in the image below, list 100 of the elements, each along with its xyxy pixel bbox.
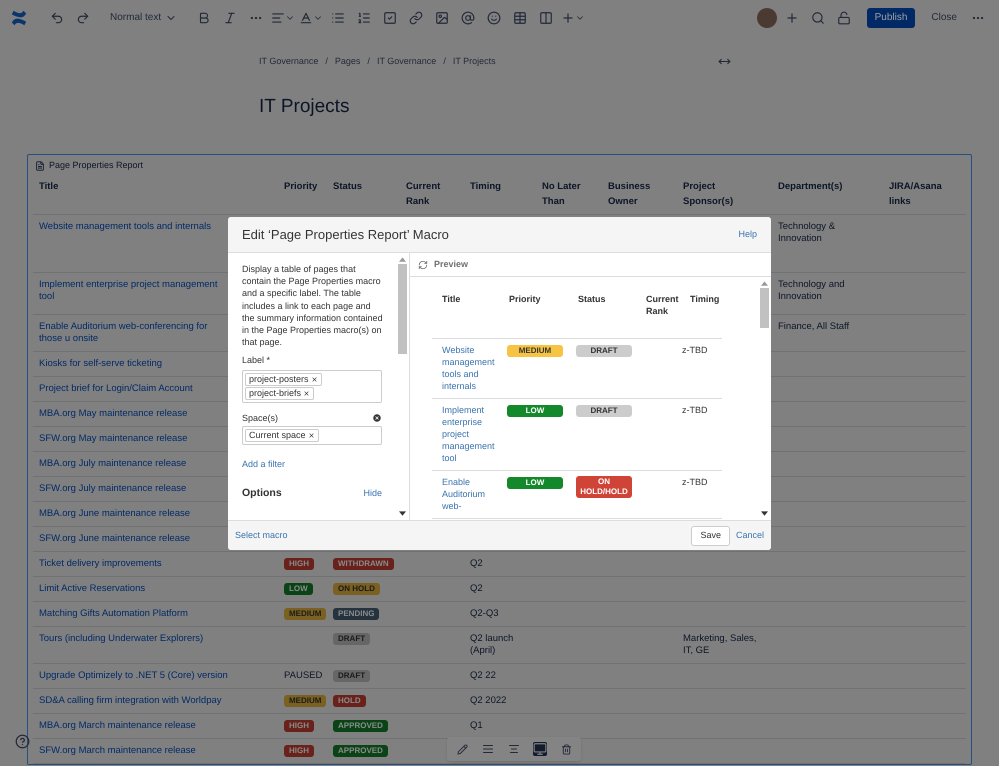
breadcrumb-link[interactable]: IT Projects [452,55,496,68]
page-title: IT Projects [258,94,350,118]
table-cell: Technology and Innovation [778,278,845,302]
status-lozenge: LOW [507,405,563,417]
table-cell: Q2 22 [470,670,496,680]
column-header: Current Rank [646,294,679,316]
status-lozenge: HIGH [284,744,314,756]
scrollbar[interactable] [759,281,769,516]
logo-icon[interactable] [10,8,28,26]
column-header: Project Sponsor(s) [683,180,734,206]
status-lozenge: MEDIUM [284,608,326,620]
breadcrumb-separator: / [443,55,446,68]
page-link[interactable]: Website management tools and internals [39,220,219,232]
column-header: Department(s) [778,180,842,192]
column-header: Timing [690,294,720,304]
publish-button[interactable]: Publish [866,8,916,28]
page-link[interactable]: SFW.org July maintenance release [39,482,219,494]
select-macro-link[interactable]: Select macro [235,528,288,542]
page-link[interactable]: Matching Gifts Automation Platform [39,608,272,620]
status-lozenge: LOW [284,582,313,594]
page-link[interactable]: Kiosks for self-serve ticketing [39,358,219,370]
table-cell: PAUSED [284,670,322,680]
status-lozenge: PENDING [333,608,380,620]
page-link[interactable]: SD&A calling firm integration with Worldpay [39,694,272,706]
status-lozenge: MEDIUM [507,345,563,357]
space-tag[interactable]: Current space [245,428,319,442]
scroll-up-icon[interactable] [760,281,768,286]
table-cell: Technology & Innovation [778,220,836,244]
remove-icon[interactable] [308,432,315,439]
page-link[interactable]: SFW.org June maintenance release [39,532,219,544]
scroll-up-icon[interactable] [398,257,406,262]
scrollbar[interactable] [397,257,407,516]
remove-icon[interactable] [303,390,310,397]
column-header: No Later Than [542,180,581,206]
page-link[interactable]: Implement enterprise project management tool [39,278,219,302]
page-link[interactable]: SFW.org March maintenance release [39,744,272,756]
column-header: Current Rank [406,180,440,206]
text-style-dropdown[interactable]: Normal text [110,10,178,25]
table-cell: Finance, All Staff [778,320,850,332]
page-link[interactable]: Tours (including Underwater Explorers) [39,632,272,644]
page-link[interactable]: Project brief for Login/Claim Account [39,382,219,394]
status-lozenge: APPROVED [333,720,388,732]
status-lozenge: HOLD [333,694,366,706]
page-link[interactable]: Website management tools and internals [442,344,499,392]
clear-icon[interactable] [372,412,382,423]
macro-description: Display a table of pages that contain the Page Properties macro and a specific label. The table includes a link to each page and the summary information contained in the Page Properties macro(s) on that page. [242,263,384,348]
breadcrumb-link[interactable]: Pages [334,55,360,68]
table-cell: Q2 [470,558,483,568]
page-icon [35,160,45,170]
breadcrumb-link[interactable]: IT Governance [259,55,318,68]
page-link[interactable]: Upgrade Optimizely to .NET 5 (Core) version [39,670,272,682]
help-link[interactable]: Help [738,228,757,242]
status-lozenge: DRAFT [333,670,370,682]
page-link[interactable]: Implement enterprise project management tool [442,404,499,464]
table-cell: z-TBD [682,405,708,415]
label-tag[interactable]: project-briefs [245,386,314,400]
label-input-field[interactable]: project-posters project-briefs [242,370,382,403]
cancel-link[interactable]: Cancel [736,528,764,542]
scroll-down-icon[interactable] [398,511,406,516]
status-lozenge: DRAFT [333,632,370,644]
breadcrumb-separator: / [367,55,370,68]
column-header: Timing [470,180,501,192]
macro-label: Page Properties Report [49,158,144,172]
scroll-down-icon[interactable] [760,511,768,516]
space-input-field[interactable]: Current space [242,426,382,445]
page-link[interactable]: MBA.org May maintenance release [39,408,219,420]
status-lozenge: WITHDRAWN [333,558,394,570]
page-link[interactable]: MBA.org June maintenance release [39,508,219,520]
add-filter-link[interactable]: Add a filter [242,458,396,470]
breadcrumb-separator: / [325,55,328,68]
column-header: JIRA/Asana links [889,180,942,206]
remove-icon[interactable] [310,376,318,383]
page-link[interactable]: MBA.org March maintenance release [39,720,272,732]
dialog-title: Edit ‘Page Properties Report’ Macro [242,226,449,244]
page-link[interactable]: Limit Active Reservations [39,582,272,594]
close-button[interactable]: Close [925,8,963,28]
table-cell: z-TBD [682,477,708,487]
page-link[interactable]: MBA.org July maintenance release [39,458,219,470]
status-lozenge: MEDIUM [284,694,326,706]
column-header: Status [578,294,606,304]
status-lozenge: DRAFT [576,405,632,417]
hide-link[interactable]: Hide [363,487,382,500]
label-tag[interactable]: project-posters [245,372,322,386]
page-link[interactable]: SFW.org May maintenance release [39,432,219,444]
field-label: Label * [242,354,272,367]
page-link[interactable]: Ticket delivery improvements [39,558,272,570]
status-lozenge: HIGH [284,720,314,732]
page-link[interactable]: Enable Auditorium web- [442,476,499,512]
breadcrumb-link[interactable]: IT Governance [376,55,436,68]
scrollbar-thumb[interactable] [760,288,768,328]
column-header: Status [333,180,362,192]
scrollbar-thumb[interactable] [398,264,406,354]
save-button[interactable]: Save [691,526,730,546]
page-link[interactable]: Enable Auditorium web-conferencing for those u onsite [39,320,219,344]
refresh-icon[interactable] [418,260,428,270]
table-cell: Marketing, Sales, IT, GE [683,632,756,656]
help-icon[interactable] [15,734,30,749]
status-lozenge: ON HOLD/HOLD [576,476,632,498]
field-label: Space(s) [242,412,278,424]
avatar[interactable] [756,8,777,28]
